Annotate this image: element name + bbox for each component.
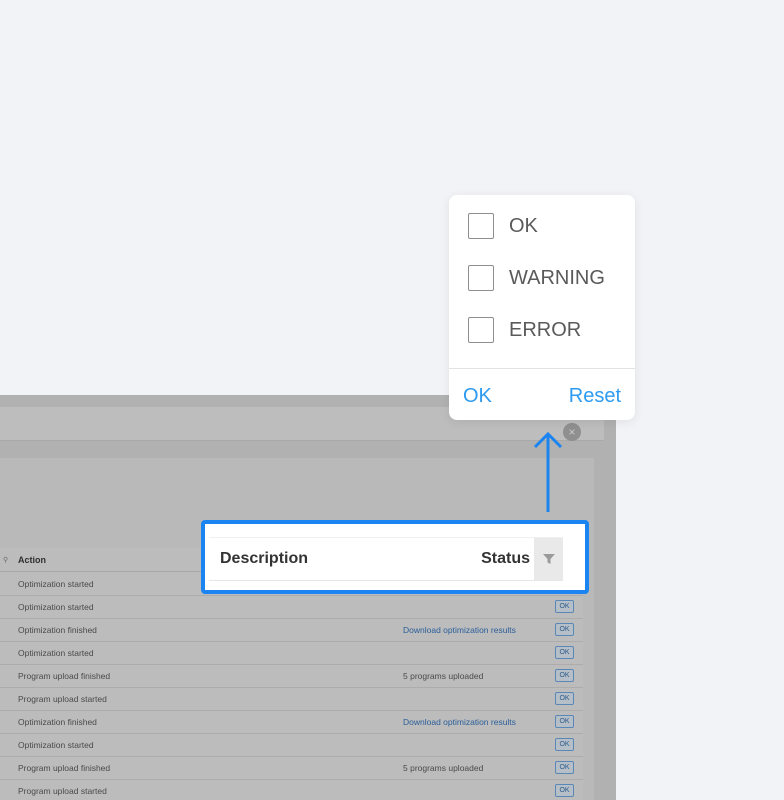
download-results-link[interactable]: Download optimization results bbox=[403, 625, 516, 635]
filter-option-label: ERROR bbox=[509, 318, 582, 341]
table-row: Optimization started OK bbox=[0, 596, 583, 619]
status-badge: OK bbox=[555, 623, 574, 636]
row-action: Program upload finished bbox=[18, 763, 111, 773]
status-badge: OK bbox=[555, 715, 574, 728]
table-row: Optimization started OK bbox=[0, 642, 583, 665]
status-badge: OK bbox=[555, 646, 574, 659]
status-badge: OK bbox=[555, 692, 574, 705]
close-icon[interactable]: × bbox=[563, 423, 581, 441]
window-content: ⚲ Action Optimization started Optimizatio… bbox=[0, 458, 594, 800]
row-action: Optimization finished bbox=[18, 625, 97, 635]
table-row: Program upload finished 5 programs upload… bbox=[0, 757, 583, 780]
filter-icon bbox=[542, 554, 555, 564]
table-row: Optimization finished Download optimizati… bbox=[0, 711, 583, 734]
status-column-header: Status bbox=[481, 550, 530, 567]
status-badge: OK bbox=[555, 761, 574, 774]
filter-reset-button[interactable]: Reset bbox=[569, 385, 621, 408]
filter-option-warning[interactable]: WARNING bbox=[468, 265, 605, 291]
row-action: Optimization started bbox=[18, 602, 94, 612]
description-column-header: Description bbox=[220, 550, 309, 567]
table-row: Optimization started OK bbox=[0, 734, 583, 757]
row-action: Optimization started bbox=[18, 740, 94, 750]
background-window: × ⚲ Action Optimization started Optimizat… bbox=[0, 395, 616, 800]
row-action: Optimization started bbox=[18, 648, 94, 658]
arrow-up-icon bbox=[533, 431, 563, 512]
status-filter-popup: OK WARNING ERROR OK Reset bbox=[449, 195, 635, 420]
row-action: Optimization finished bbox=[18, 717, 97, 727]
row-action: Program upload started bbox=[18, 786, 107, 796]
checkbox[interactable] bbox=[468, 265, 494, 291]
table-header-zoomed: Description Status bbox=[209, 537, 563, 581]
status-badge: OK bbox=[555, 600, 574, 613]
row-action: Program upload started bbox=[18, 694, 107, 704]
status-badge: OK bbox=[555, 738, 574, 751]
filter-ok-button[interactable]: OK bbox=[463, 385, 492, 408]
row-description: 5 programs uploaded bbox=[403, 763, 484, 773]
search-icon[interactable]: ⚲ bbox=[3, 556, 8, 564]
checkbox[interactable] bbox=[468, 213, 494, 239]
status-badge: OK bbox=[555, 784, 574, 797]
filter-option-ok[interactable]: OK bbox=[468, 213, 538, 239]
row-action: Program upload finished bbox=[18, 671, 111, 681]
table-row: Program upload finished 5 programs upload… bbox=[0, 665, 583, 688]
filter-option-error[interactable]: ERROR bbox=[468, 317, 581, 343]
table-row: Optimization finished Download optimizati… bbox=[0, 619, 583, 642]
download-results-link[interactable]: Download optimization results bbox=[403, 717, 516, 727]
row-action: Optimization started bbox=[18, 579, 94, 589]
action-column-header: Action bbox=[18, 555, 46, 565]
popup-divider bbox=[449, 368, 635, 369]
row-description: 5 programs uploaded bbox=[403, 671, 484, 681]
header-highlight: Description Status bbox=[201, 520, 589, 594]
filter-option-label: OK bbox=[509, 214, 538, 237]
filter-option-label: WARNING bbox=[509, 266, 605, 289]
status-badge: OK bbox=[555, 669, 574, 682]
table-row: Program upload started OK bbox=[0, 780, 583, 800]
checkbox[interactable] bbox=[468, 317, 494, 343]
table-row: Program upload started OK bbox=[0, 688, 583, 711]
status-filter-button[interactable] bbox=[534, 538, 563, 580]
